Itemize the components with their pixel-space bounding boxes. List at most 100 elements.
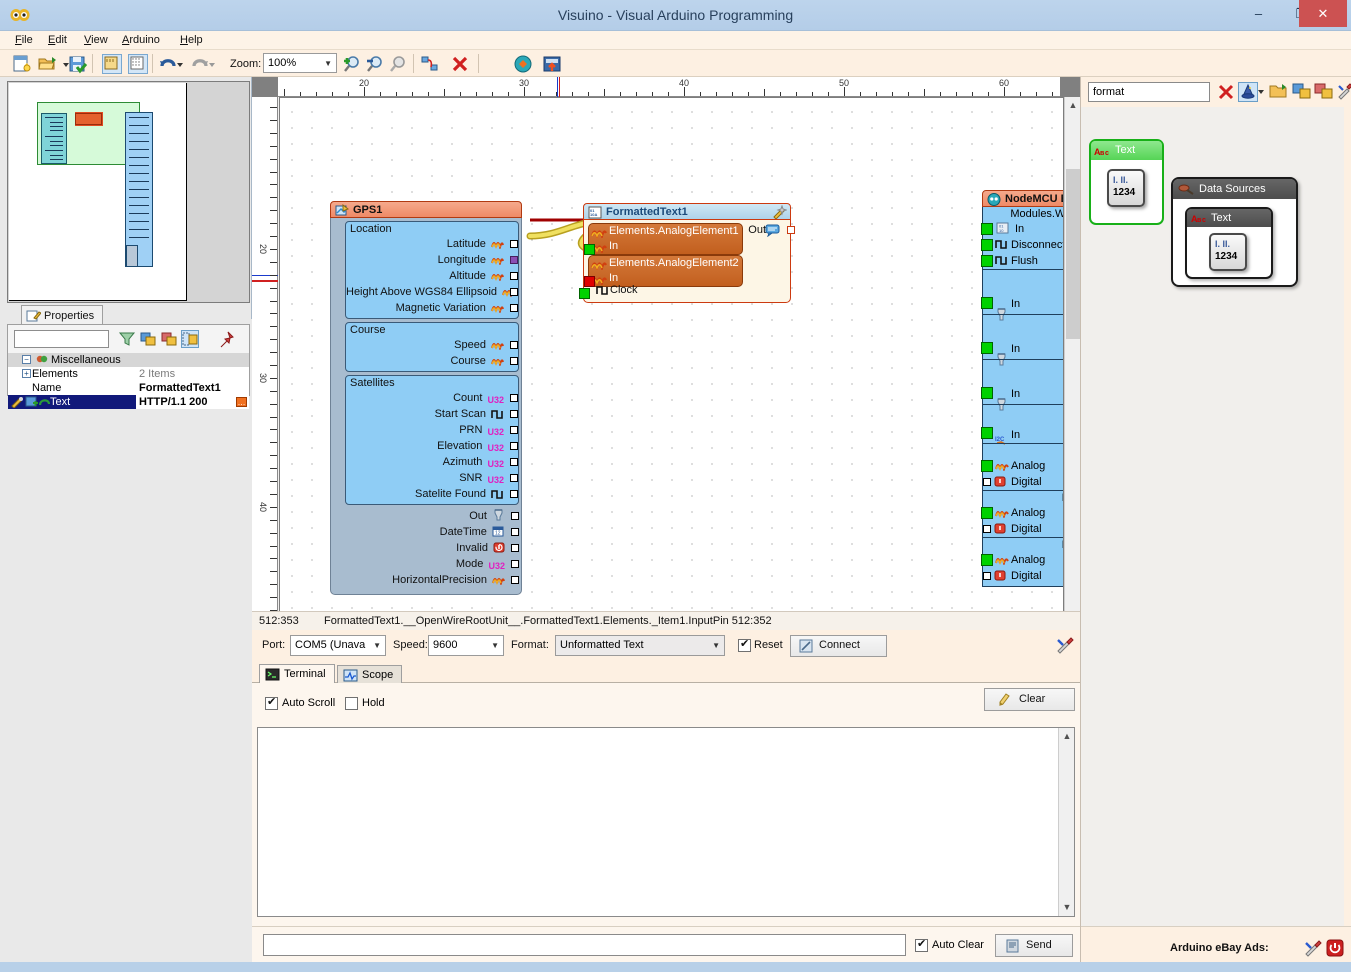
categorize-icon[interactable] xyxy=(181,330,199,348)
tools-icon[interactable] xyxy=(1303,938,1323,961)
pin-connector[interactable] xyxy=(981,297,993,309)
pin-connector[interactable] xyxy=(510,272,518,280)
upload-icon[interactable] xyxy=(542,54,562,74)
collapse-all-icon[interactable] xyxy=(160,330,178,348)
pin-longitude[interactable]: Longitude xyxy=(346,252,518,268)
pin-connector[interactable] xyxy=(981,554,993,566)
expand-all-icon[interactable] xyxy=(139,330,157,348)
pin-snr[interactable]: SNR U32 xyxy=(346,470,518,486)
nodemcu-pin-flush[interactable]: Flush xyxy=(983,253,1064,269)
pin-magnetic-variation[interactable]: Magnetic Variation xyxy=(346,300,518,316)
pin-connector[interactable] xyxy=(510,304,518,312)
property-row-elements[interactable]: + Elements 2 Items xyxy=(8,367,249,381)
pin-satelite-found[interactable]: Satelite Found xyxy=(346,486,518,502)
pin-connector[interactable] xyxy=(510,458,518,466)
close-button[interactable]: ✕ xyxy=(1299,0,1347,27)
nodemcu-pin-analog-1[interactable]: Analog xyxy=(983,505,1064,521)
pin-connector[interactable] xyxy=(511,576,519,584)
pin-start-scan[interactable]: Start Scan xyxy=(346,406,518,422)
redo-icon[interactable] xyxy=(190,54,210,74)
terminal-scrollbar[interactable]: ▲ ▼ xyxy=(1058,728,1074,916)
zoom-out-icon[interactable] xyxy=(365,54,385,74)
show-grid-icon[interactable] xyxy=(128,54,148,74)
copy-component-icon[interactable] xyxy=(1314,82,1334,102)
block-gps1[interactable]: GPS1 Location Latitude Longitude xyxy=(330,201,522,595)
pin-connector[interactable] xyxy=(510,357,518,365)
property-row-text[interactable]: Text HTTP/1.1 200 … xyxy=(8,395,249,409)
pin-connector[interactable] xyxy=(511,544,519,552)
pin-azimuth[interactable]: Azimuth U32 xyxy=(346,454,518,470)
zoom-reset-icon[interactable] xyxy=(388,54,408,74)
block-formattedtext1-header[interactable]: 0110A FormattedText1 xyxy=(583,203,791,220)
reset-checkbox[interactable] xyxy=(738,639,751,652)
pin-latitude[interactable]: Latitude xyxy=(346,236,518,252)
block-nodemcu[interactable]: NodeMCU ESP Modules.WiFi.Soc 0110 In xyxy=(982,190,1064,587)
pin-altitude[interactable]: Altitude xyxy=(346,268,518,284)
pin-mode[interactable]: Mode U32 xyxy=(345,556,519,572)
pin-connector[interactable] xyxy=(981,342,993,354)
nodemcu-pin-digital-0[interactable]: Digital xyxy=(983,474,1064,490)
element-analogelement1[interactable]: Elements.AnalogElement1 In xyxy=(588,223,743,255)
pin-course[interactable]: Course xyxy=(346,353,518,369)
redo-dropdown-icon[interactable] xyxy=(208,54,228,74)
minimize-button[interactable]: – xyxy=(1237,0,1280,27)
menu-item-view[interactable]: View xyxy=(78,34,114,46)
menu-item-arduino[interactable]: Arduino xyxy=(116,34,166,46)
pin-connector[interactable] xyxy=(981,239,993,251)
nodemcu-pin-i2c-in[interactable]: I2C In xyxy=(983,419,1064,443)
data-sources-child-text[interactable]: Aвc Text I. II. 1234 xyxy=(1185,207,1273,279)
pin-connector[interactable] xyxy=(511,560,519,568)
pin-connector[interactable] xyxy=(511,528,519,536)
tab-scope[interactable]: Scope xyxy=(337,665,402,684)
pin-speed[interactable]: Speed xyxy=(346,337,518,353)
pin-connector[interactable] xyxy=(510,341,518,349)
pin-datetime[interactable]: DateTime 12 xyxy=(345,524,519,540)
nodemcu-pin-serial3-in[interactable]: In xyxy=(983,374,1064,404)
pin-connector[interactable] xyxy=(981,460,993,472)
pin-connector[interactable] xyxy=(983,478,991,486)
pin-connector-clock[interactable] xyxy=(579,288,590,299)
menu-item-file[interactable]: File xyxy=(9,34,39,46)
port-select[interactable]: COM5 (Unava ▼ xyxy=(290,635,386,656)
pin-connector[interactable] xyxy=(981,255,993,267)
menu-item-help[interactable]: Help xyxy=(174,34,209,46)
property-row-name[interactable]: Name FormattedText1 xyxy=(8,381,249,395)
tools-icon[interactable] xyxy=(1336,82,1351,102)
nodemcu-pin-analog-2[interactable]: Analog xyxy=(983,552,1064,568)
diagram-navigator[interactable] xyxy=(7,81,250,303)
add-component-icon[interactable] xyxy=(1292,82,1312,102)
arrange-icon[interactable] xyxy=(420,54,440,74)
pin-connector[interactable] xyxy=(510,426,518,434)
pin-connector[interactable] xyxy=(510,394,518,402)
dropdown-arrow-icon[interactable] xyxy=(1257,82,1265,102)
clear-button[interactable]: Clear xyxy=(984,688,1075,711)
pin-connector[interactable] xyxy=(981,223,993,235)
new-project-icon[interactable] xyxy=(12,54,32,74)
pin-horizontalprecision[interactable]: HorizontalPrecision xyxy=(345,572,519,588)
wizard-icon[interactable] xyxy=(1238,82,1258,102)
pin-connector[interactable] xyxy=(983,572,991,580)
pin-count[interactable]: Count U32 xyxy=(346,390,518,406)
pin-height-above-wgs84-ellipsoid[interactable]: Height Above WGS84 Ellipsoid xyxy=(346,284,518,300)
nodemcu-pin-serial1-in[interactable]: In xyxy=(983,284,1064,314)
connect-button[interactable]: Connect xyxy=(790,635,887,657)
pin-icon[interactable] xyxy=(217,330,235,348)
nodemcu-pin-digital-1[interactable]: Digital xyxy=(983,521,1064,537)
delete-icon[interactable] xyxy=(450,54,470,74)
pin-connector[interactable] xyxy=(981,427,993,439)
pin-connector[interactable] xyxy=(510,490,518,498)
filter-icon[interactable] xyxy=(118,330,136,348)
pin-out[interactable]: Out xyxy=(345,508,519,524)
format-select[interactable]: Unformatted Text ▼ xyxy=(555,635,725,656)
pin-connector[interactable] xyxy=(981,387,993,399)
pin-connector[interactable] xyxy=(510,240,518,248)
pin-connector[interactable] xyxy=(510,256,518,264)
component-search-input[interactable]: format xyxy=(1088,82,1210,102)
pin-connector[interactable] xyxy=(510,410,518,418)
scroll-up-icon[interactable]: ▲ xyxy=(1065,97,1081,114)
nodemcu-pin-in[interactable]: 0110 In xyxy=(983,221,1064,237)
auto-clear-checkbox[interactable] xyxy=(915,939,928,952)
scroll-down-icon[interactable]: ▼ xyxy=(1059,899,1075,916)
pin-connector-in[interactable] xyxy=(584,244,595,255)
open-folder-icon[interactable] xyxy=(1269,82,1289,102)
